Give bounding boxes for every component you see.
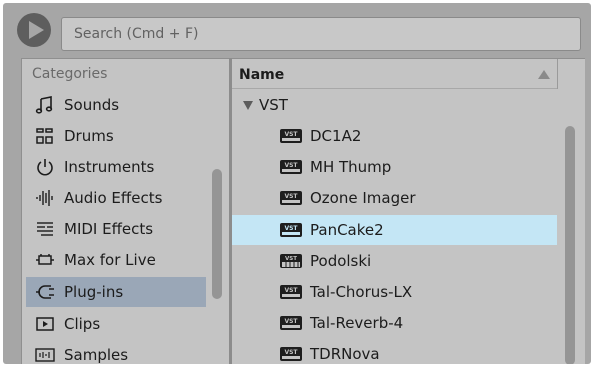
category-label: Instruments bbox=[64, 158, 155, 176]
play-icon bbox=[29, 21, 44, 39]
category-label: Plug-ins bbox=[64, 283, 124, 301]
file-list-scrollbar[interactable] bbox=[565, 126, 575, 364]
drum-grid-icon bbox=[34, 125, 56, 147]
file-label: Podolski bbox=[310, 252, 372, 270]
file-row-mh-thump[interactable]: VST MH Thump bbox=[232, 152, 557, 182]
file-row-tdrnova[interactable]: VST TDRNova bbox=[232, 339, 557, 364]
category-label: Drums bbox=[64, 127, 114, 145]
category-drums[interactable]: Drums bbox=[26, 121, 206, 151]
svg-text:VST: VST bbox=[284, 162, 298, 169]
vst-instrument-icon: VST bbox=[280, 254, 302, 268]
svg-text:VST: VST bbox=[284, 193, 298, 200]
max-for-live-icon bbox=[34, 249, 56, 271]
categories-panel: Categories Sounds Drums Instruments Audi… bbox=[21, 58, 229, 364]
file-row-dc1a2[interactable]: VST DC1A2 bbox=[232, 121, 557, 151]
category-label: Samples bbox=[64, 346, 129, 364]
disclosure-triangle-icon[interactable] bbox=[243, 100, 253, 110]
folder-vst[interactable]: VST bbox=[232, 94, 288, 116]
vst-icon: VST bbox=[280, 223, 302, 237]
file-label: Tal-Chorus-LX bbox=[310, 283, 413, 301]
file-row-ozone-imager[interactable]: VST Ozone Imager bbox=[232, 183, 557, 213]
file-label: Ozone Imager bbox=[310, 189, 416, 207]
preview-play-button[interactable] bbox=[17, 13, 51, 47]
category-max-for-live[interactable]: Max for Live bbox=[26, 245, 206, 275]
categories-scrollbar[interactable] bbox=[212, 169, 222, 299]
file-list-panel: Name VST VST DC1A2 VST MH Thump VST Ozon… bbox=[232, 58, 585, 364]
category-label: Audio Effects bbox=[64, 189, 163, 207]
vst-icon: VST bbox=[280, 191, 302, 205]
category-plug-ins[interactable]: Plug-ins bbox=[26, 277, 206, 307]
vst-icon: VST bbox=[280, 285, 302, 299]
file-label: PanCake2 bbox=[310, 221, 384, 239]
midi-effects-icon bbox=[34, 218, 56, 240]
svg-text:VST: VST bbox=[284, 287, 298, 294]
power-icon bbox=[34, 156, 56, 178]
file-row-podolski[interactable]: VST Podolski bbox=[232, 246, 557, 276]
samples-icon bbox=[34, 344, 56, 364]
file-row-tal-reverb-4[interactable]: VST Tal-Reverb-4 bbox=[232, 308, 557, 338]
categories-header: Categories bbox=[32, 66, 108, 82]
music-note-icon bbox=[34, 94, 56, 116]
svg-text:VST: VST bbox=[284, 349, 298, 356]
file-label: TDRNova bbox=[310, 345, 380, 363]
vst-icon: VST bbox=[280, 160, 302, 174]
file-label: MH Thump bbox=[310, 158, 392, 176]
browser-window: Categories Sounds D bbox=[3, 3, 591, 364]
search-box[interactable] bbox=[61, 17, 581, 51]
file-row-tal-chorus-lx[interactable]: VST Tal-Chorus-LX bbox=[232, 277, 557, 307]
category-instruments[interactable]: Instruments bbox=[26, 152, 206, 182]
vst-icon: VST bbox=[280, 347, 302, 361]
name-column-header[interactable]: Name bbox=[232, 59, 557, 89]
vst-icon: VST bbox=[280, 129, 302, 143]
waveform-icon bbox=[34, 187, 56, 209]
category-label: MIDI Effects bbox=[64, 220, 154, 238]
svg-text:VST: VST bbox=[284, 318, 298, 325]
category-label: Sounds bbox=[64, 96, 120, 114]
category-midi-effects[interactable]: MIDI Effects bbox=[26, 214, 206, 244]
sort-ascending-icon bbox=[538, 70, 550, 79]
file-label: Tal-Reverb-4 bbox=[310, 314, 404, 332]
name-column-title: Name bbox=[239, 67, 285, 83]
file-row-pancake2[interactable]: VST PanCake2 bbox=[232, 215, 557, 245]
plug-icon bbox=[34, 281, 56, 303]
search-input[interactable] bbox=[62, 18, 580, 50]
clip-icon bbox=[34, 313, 56, 335]
header-separator bbox=[557, 59, 558, 89]
file-label: DC1A2 bbox=[310, 127, 362, 145]
svg-text:VST: VST bbox=[284, 225, 298, 232]
svg-text:VST: VST bbox=[284, 131, 298, 138]
category-audio-effects[interactable]: Audio Effects bbox=[26, 183, 206, 213]
category-sounds[interactable]: Sounds bbox=[26, 90, 206, 120]
vst-icon: VST bbox=[280, 316, 302, 330]
folder-label: VST bbox=[259, 96, 288, 114]
category-samples[interactable]: Samples bbox=[26, 340, 206, 364]
category-label: Clips bbox=[64, 315, 101, 333]
category-label: Max for Live bbox=[64, 251, 156, 269]
category-clips[interactable]: Clips bbox=[26, 309, 206, 339]
svg-text:VST: VST bbox=[285, 256, 297, 262]
